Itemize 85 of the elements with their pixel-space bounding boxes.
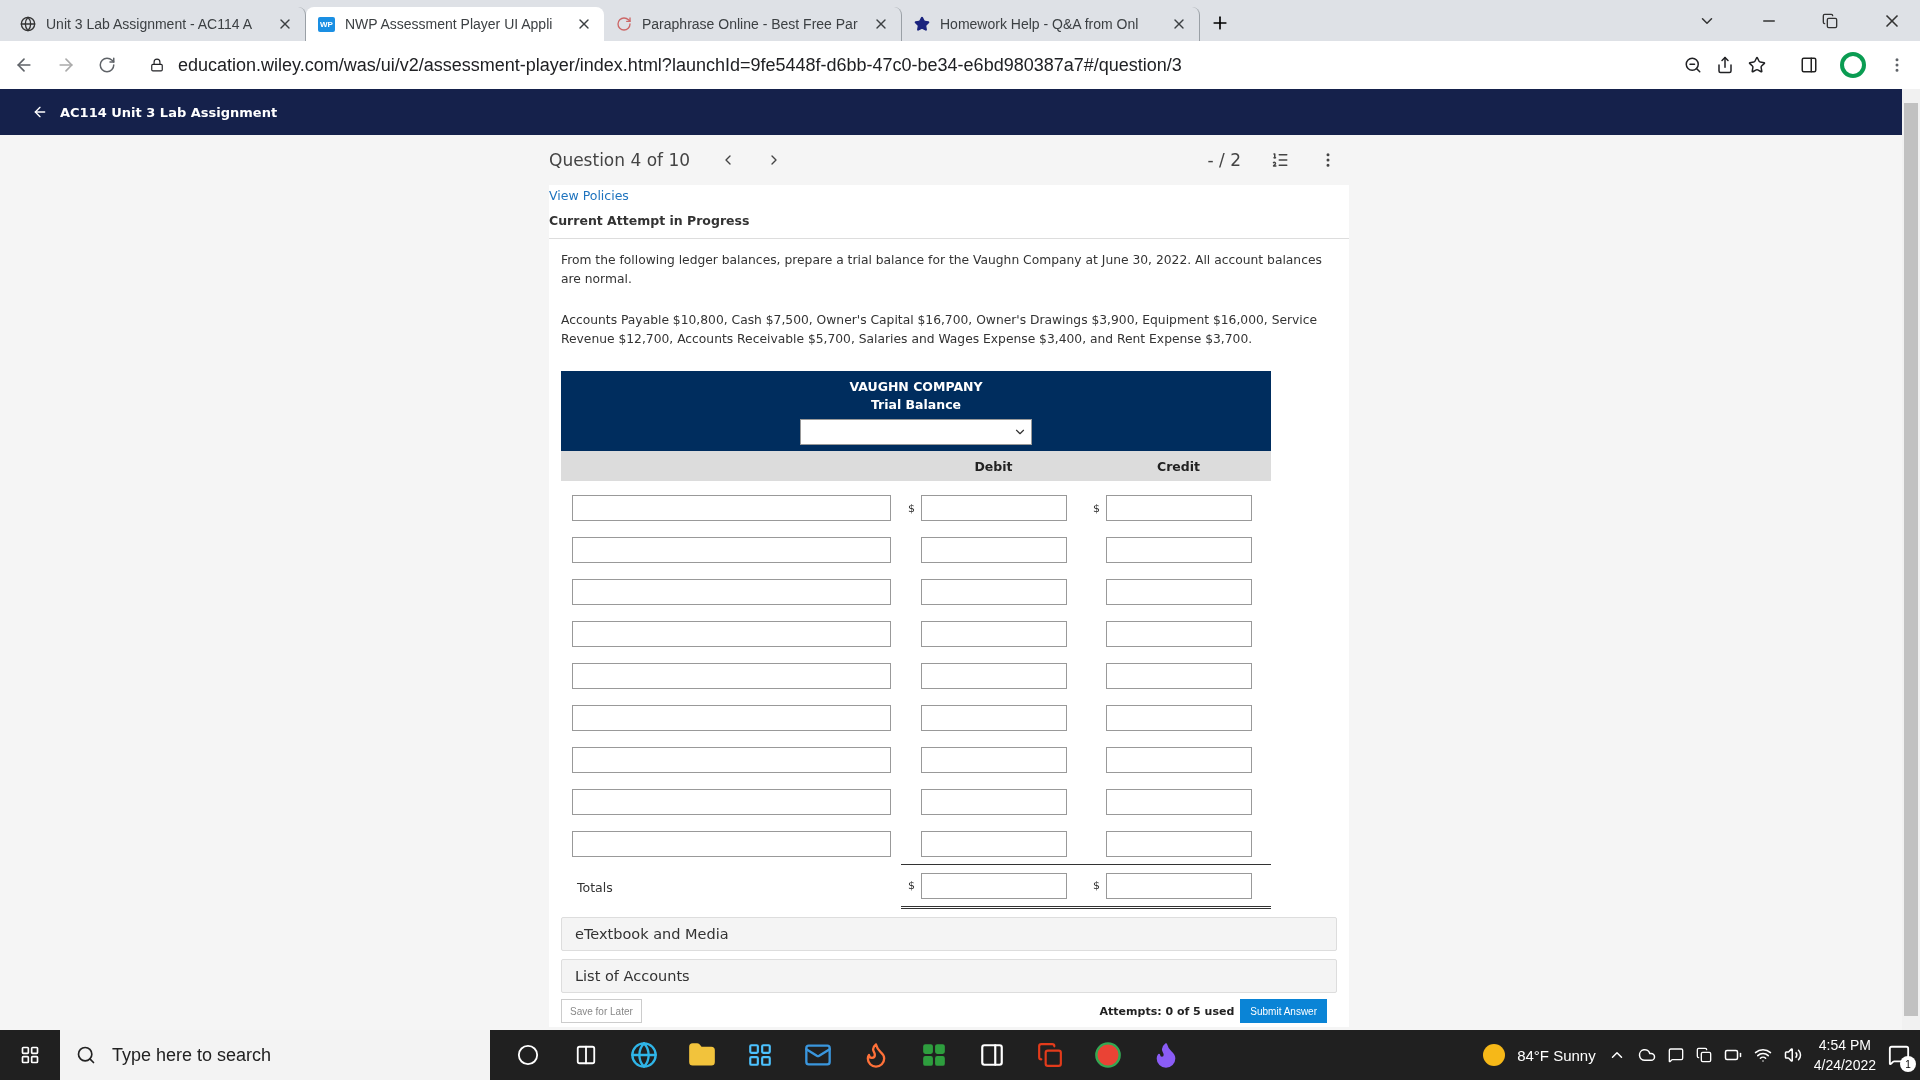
reload-icon[interactable] (98, 56, 116, 74)
credit-field[interactable] (1106, 621, 1252, 647)
bookmark-icon[interactable] (1748, 56, 1766, 74)
column-header: Debit (974, 458, 1013, 474)
clock-date: 4/24/2022 (1813, 1057, 1876, 1073)
submit-button[interactable]: Submit Answer (1240, 999, 1327, 1023)
search-placeholder: Type here to search (112, 1044, 272, 1066)
globe-icon (20, 16, 36, 32)
profile-avatar[interactable] (1840, 52, 1866, 78)
task-view-icon[interactable] (575, 1044, 597, 1066)
account-field[interactable] (572, 831, 891, 857)
account-field[interactable] (572, 705, 891, 731)
dollar-sign: $ (907, 879, 916, 892)
debit-field[interactable] (921, 705, 1067, 731)
debit-field[interactable] (921, 495, 1067, 521)
cloud-icon[interactable] (1637, 1046, 1656, 1064)
assignment-title: AC114 Unit 3 Lab Assignment (60, 104, 278, 120)
question-list-icon[interactable] (1271, 151, 1289, 169)
totals-label: Totals (576, 879, 613, 895)
circle-icon[interactable] (517, 1044, 539, 1066)
globe-icon[interactable] (630, 1041, 658, 1069)
credit-field[interactable] (1106, 663, 1252, 689)
statement-name: Trial Balance (870, 397, 962, 412)
scrollbar[interactable] (1902, 89, 1920, 1030)
account-field[interactable] (572, 789, 891, 815)
credit-field[interactable] (1106, 747, 1252, 773)
dollar-sign: $ (1092, 879, 1101, 892)
credit-field[interactable] (1106, 830, 1252, 857)
attempts-text: Attempts: 0 of 5 used (1099, 1004, 1235, 1018)
share-icon[interactable] (1716, 56, 1734, 74)
credit-field[interactable] (1106, 705, 1252, 731)
collapsible-section[interactable]: eTextbook and Media (561, 917, 1337, 951)
account-field[interactable] (572, 663, 891, 689)
score: - / 2 (1207, 150, 1241, 170)
debit-field[interactable] (921, 621, 1067, 647)
credit-field[interactable] (1106, 579, 1252, 605)
star-icon (914, 16, 930, 32)
wifi-icon[interactable] (1753, 1046, 1772, 1064)
zoom-icon[interactable] (1684, 56, 1702, 74)
dollar-sign: $ (1092, 501, 1101, 515)
collapsible-section[interactable]: List of Accounts (561, 959, 1337, 993)
save-button[interactable]: Save for Later (561, 999, 642, 1023)
search-field[interactable]: Type here to search (60, 1030, 490, 1080)
company-name: VAUGHN COMPANY (849, 379, 983, 394)
credit-total-field[interactable] (1106, 872, 1252, 899)
debit-field[interactable] (921, 537, 1067, 563)
account-field[interactable] (572, 537, 891, 563)
credit-field[interactable] (1106, 537, 1252, 563)
question-counter: Question 4 of 10 (549, 150, 691, 170)
account-field[interactable] (572, 579, 891, 605)
folder-icon[interactable] (688, 1041, 716, 1069)
instructions-text: From the following ledger balances, prepare a trial balance for the Vaughn Company at June 30, 2022. All account balances are normal. (561, 252, 1323, 288)
search-icon (76, 1045, 96, 1065)
back-icon[interactable] (32, 104, 48, 120)
account-field[interactable] (572, 621, 891, 647)
date-dropdown[interactable] (800, 419, 1032, 445)
credit-field[interactable] (1106, 789, 1252, 815)
browser-tab[interactable]: WP NWP Assessment Player UI Appli (306, 7, 604, 41)
column-header: Credit (1157, 458, 1200, 474)
attempt-status: Current Attempt in Progress (549, 213, 751, 228)
lock-icon (150, 58, 164, 72)
account-field[interactable] (572, 495, 891, 521)
weather-text: 84°F Sunny (1517, 1046, 1596, 1064)
debit-total-field[interactable] (921, 872, 1067, 899)
debit-field[interactable] (921, 830, 1067, 857)
account-field[interactable] (572, 747, 891, 773)
policies-link[interactable]: View Policies (549, 188, 629, 203)
notification-icon[interactable] (1888, 1044, 1910, 1066)
side-panel-icon[interactable] (1800, 56, 1818, 74)
scrollbar-thumb[interactable] (1904, 103, 1918, 1016)
sun-icon (1483, 1044, 1506, 1066)
debit-field[interactable] (921, 579, 1067, 605)
debit-field[interactable] (921, 747, 1067, 773)
site-logo: WP (318, 16, 335, 32)
store-icon[interactable] (747, 1042, 773, 1068)
browser-icon[interactable] (1094, 1041, 1122, 1069)
debit-field[interactable] (921, 789, 1067, 815)
clock-time: 4:54 PM (1818, 1037, 1871, 1053)
dollar-sign: $ (907, 501, 916, 515)
notification-count: 1 (1900, 1056, 1916, 1072)
debit-field[interactable] (921, 663, 1067, 689)
restore-icon[interactable] (1822, 12, 1838, 29)
volume-icon[interactable] (1783, 1046, 1802, 1064)
balances-text: Accounts Payable $10,800, Cash $7,500, Owner's Capital $16,700, Owner's Drawings $3,900, Equipment $16,000, Service Revenue $12,700, Accounts Receivable $5,700, Salaries and Wages Expense $3,400, and Rent Expense $3,700. (561, 312, 1319, 348)
credit-field[interactable] (1106, 495, 1252, 521)
